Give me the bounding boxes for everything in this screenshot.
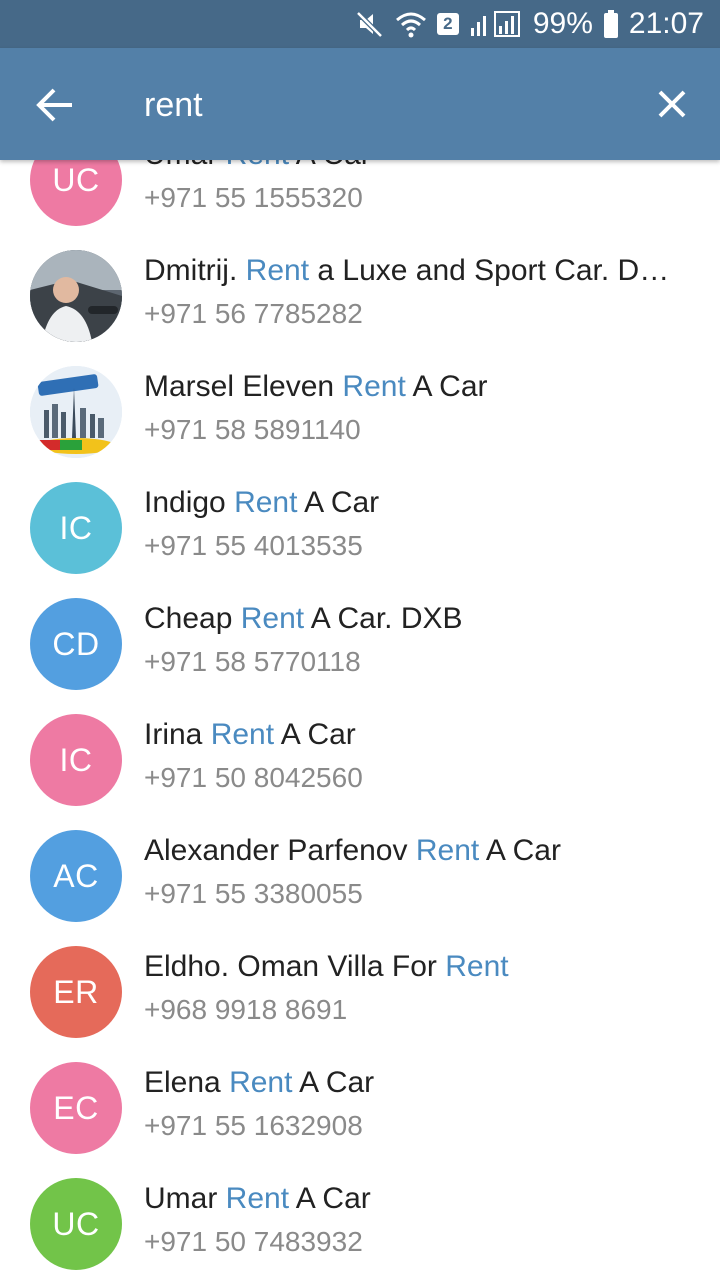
contact-row[interactable]: UC Umar Rent A Car +971 55 1555320 xyxy=(0,160,720,226)
search-match-highlight: Rent xyxy=(226,160,289,171)
contact-name-suffix: a Luxe and Sport Car. Dubai xyxy=(309,254,684,287)
contact-name-prefix: Indigo xyxy=(144,486,235,519)
contact-name-suffix: A Car xyxy=(405,370,488,403)
contact-name-prefix: Alexander Parfenov xyxy=(144,834,416,867)
contact-name-suffix: A Car. DXB xyxy=(304,602,463,635)
contact-name-suffix: A Car xyxy=(289,1182,371,1215)
contact-name-suffix: A Car xyxy=(479,834,561,867)
status-bar: 2 99% 21:07 xyxy=(0,0,720,48)
search-match-highlight: Rent xyxy=(415,834,480,867)
contact-name-suffix: A Car xyxy=(292,1066,375,1099)
contact-photo-avatar xyxy=(30,250,122,342)
contact-phone: +971 58 5770118 xyxy=(144,646,361,677)
contact-name-suffix: A Car xyxy=(297,486,380,519)
contact-row[interactable]: CD Cheap Rent A Car. DXB +971 58 5770118 xyxy=(0,574,720,690)
arrow-left-icon xyxy=(30,88,80,134)
contact-row[interactable]: AC Alexander Parfenov Rent A Car +971 55 3… xyxy=(0,806,720,922)
contact-phone: +971 58 5891140 xyxy=(144,414,361,445)
search-match-highlight: Rent xyxy=(225,1182,290,1215)
contact-name-suffix: A Car xyxy=(289,160,371,171)
contact-name: Dmitrij. Rent a Luxe and Sport Car. Duba… xyxy=(144,254,684,288)
contact-name-prefix: Dmitrij. xyxy=(144,254,246,287)
search-match-highlight: Rent xyxy=(245,254,310,287)
search-match-highlight: Rent xyxy=(229,1066,293,1099)
status-icons: 2 99% 21:07 xyxy=(355,0,704,48)
contact-name-prefix: Elena xyxy=(144,1066,230,1099)
contact-phone: +971 50 8042560 xyxy=(144,762,363,793)
search-toolbar xyxy=(0,48,720,160)
search-match-highlight: Rent xyxy=(234,486,298,519)
sim-slot-badge: 2 xyxy=(436,13,459,35)
search-input[interactable] xyxy=(144,78,614,132)
contact-name-prefix: Umar xyxy=(144,1182,226,1215)
contact-name: Umar Rent A Car xyxy=(144,1182,684,1216)
contact-initials-avatar: IC xyxy=(30,482,122,574)
contact-row[interactable]: Dmitrij. Rent a Luxe and Sport Car. Duba… xyxy=(0,226,720,342)
contact-name: Elena Rent A Car xyxy=(144,1066,684,1100)
back-button[interactable] xyxy=(30,80,80,130)
search-match-highlight: Rent xyxy=(342,370,406,403)
contact-phone: +971 55 3380055 xyxy=(144,878,363,909)
contact-phone: +971 55 1632908 xyxy=(144,1110,363,1141)
contact-row[interactable]: EC Elena Rent A Car +971 55 1632908 xyxy=(0,1038,720,1154)
mute-icon xyxy=(355,9,385,39)
contact-name: Irina Rent A Car xyxy=(144,718,684,752)
contact-name: Indigo Rent A Car xyxy=(144,486,684,520)
contact-name-prefix: Umar xyxy=(144,160,226,171)
search-match-highlight: Rent xyxy=(445,950,509,983)
contact-name-suffix: A Car xyxy=(274,718,356,751)
contact-name: Alexander Parfenov Rent A Car xyxy=(144,834,684,868)
contact-row[interactable]: UC Umar Rent A Car +971 50 7483932 xyxy=(0,1154,720,1270)
contact-initials-avatar: EC xyxy=(30,1062,122,1154)
contact-initials-avatar: ER xyxy=(30,946,122,1038)
contact-phone: +971 55 4013535 xyxy=(144,530,363,561)
contact-name-prefix: Eldho. Oman Villa For xyxy=(144,950,446,983)
contact-initials-avatar: UC xyxy=(30,160,122,226)
contact-phone: +971 50 7483932 xyxy=(144,1226,363,1257)
contact-name: Cheap Rent A Car. DXB xyxy=(144,602,684,636)
search-match-highlight: Rent xyxy=(240,602,305,635)
contact-name-prefix: Irina xyxy=(144,718,211,751)
contact-name: Umar Rent A Car xyxy=(144,160,684,172)
contact-name-prefix: Marsel Eleven xyxy=(144,370,343,403)
contact-phone: +971 55 1555320 xyxy=(144,182,363,213)
contact-photo-avatar xyxy=(30,366,122,458)
contact-initials-avatar: UC xyxy=(30,1178,122,1270)
contact-row[interactable]: Marsel Eleven Rent A Car +971 58 5891140 xyxy=(0,342,720,458)
battery-icon xyxy=(603,9,619,39)
close-icon xyxy=(648,90,696,132)
signal-icon xyxy=(469,10,523,38)
search-results-list[interactable]: UC Umar Rent A Car +971 55 1555320 Dmitrij.… xyxy=(0,160,720,1280)
contact-initials-avatar: AC xyxy=(30,830,122,922)
contact-initials-avatar: CD xyxy=(30,598,122,690)
contact-phone: +968 9918 8691 xyxy=(144,994,348,1025)
battery-percent: 99% xyxy=(532,7,593,40)
contact-name-prefix: Cheap xyxy=(144,602,241,635)
contact-name: Eldho. Oman Villa For Rent xyxy=(144,950,684,984)
contact-row[interactable]: ER Eldho. Oman Villa For Rent +968 9918 86… xyxy=(0,922,720,1038)
contact-name: Marsel Eleven Rent A Car xyxy=(144,370,684,404)
contact-row[interactable]: IC Irina Rent A Car +971 50 8042560 xyxy=(0,690,720,806)
contact-initials-avatar: IC xyxy=(30,714,122,806)
clock: 21:07 xyxy=(628,7,704,40)
contact-row[interactable]: IC Indigo Rent A Car +971 55 4013535 xyxy=(0,458,720,574)
wifi-icon xyxy=(395,10,427,38)
clear-search-button[interactable] xyxy=(648,80,696,128)
search-match-highlight: Rent xyxy=(210,718,275,751)
contact-phone: +971 56 7785282 xyxy=(144,298,363,329)
